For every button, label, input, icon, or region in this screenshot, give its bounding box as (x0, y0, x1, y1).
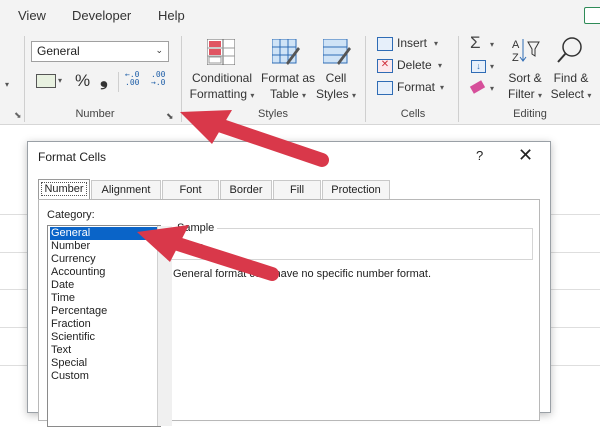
annotation-arrows (137, 110, 329, 281)
arrow-to-general-category (137, 225, 279, 281)
arrow-to-number-launcher (180, 110, 329, 167)
